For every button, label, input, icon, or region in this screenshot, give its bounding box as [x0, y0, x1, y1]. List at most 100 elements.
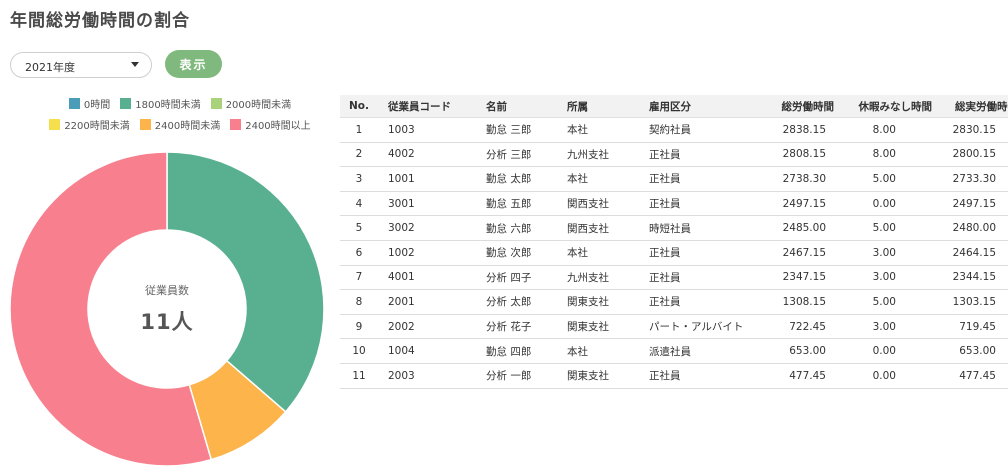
cell-actual-hours: 719.45	[936, 314, 1008, 340]
cell-leave-hours: 8.00	[838, 117, 936, 143]
cell-employee-code: 3001	[378, 191, 476, 217]
cell-leave-hours: 3.00	[838, 265, 936, 291]
cell-name: 勤怠 四郎	[476, 338, 557, 364]
cell-no: 10	[340, 338, 378, 364]
cell-total-hours: 722.45	[748, 314, 838, 340]
cell-total-hours: 2738.30	[748, 166, 838, 192]
column-header-employee-code[interactable]: 従業員コード	[378, 95, 476, 118]
column-header-no[interactable]: No.	[340, 95, 378, 118]
cell-department: 関西支社	[557, 191, 639, 217]
cell-name: 分析 太郎	[476, 289, 557, 315]
legend-item[interactable]: 2400時間以上	[230, 117, 311, 132]
cell-employment-type: 正社員	[639, 363, 748, 389]
cell-department: 関東支社	[557, 289, 639, 315]
show-button[interactable]: 表示	[165, 50, 222, 78]
cell-department: 関西支社	[557, 215, 639, 241]
cell-no: 4	[340, 191, 378, 217]
cell-department: 本社	[557, 240, 639, 266]
cell-employee-code: 4001	[378, 265, 476, 291]
cell-actual-hours: 2344.15	[936, 265, 1008, 291]
cell-employment-type: パート・アルバイト	[639, 314, 748, 340]
cell-name: 分析 三郎	[476, 142, 557, 168]
cell-total-hours: 1308.15	[748, 289, 838, 315]
table-row: 6 1002 勤怠 次郎 本社 正社員 2467.15 3.00 2464.15	[340, 240, 1008, 266]
cell-actual-hours: 2733.30	[936, 166, 1008, 192]
donut-chart-svg	[9, 151, 325, 467]
cell-no: 8	[340, 289, 378, 315]
cell-leave-hours: 8.00	[838, 142, 936, 168]
cell-no: 11	[340, 363, 378, 389]
chart-legend: 0時間 1800時間未満 2000時間未満 2200時間未満 2400時間未満 2400時…	[20, 96, 340, 132]
legend-swatch	[120, 98, 132, 109]
cell-no: 1	[340, 117, 378, 143]
legend-swatch	[68, 98, 80, 109]
legend-item[interactable]: 1800時間未満	[120, 96, 201, 111]
cell-name: 分析 一郎	[476, 363, 557, 389]
cell-no: 3	[340, 166, 378, 192]
table-row: 8 2001 分析 太郎 関東支社 正社員 1308.15 5.00 1303.15	[340, 289, 1008, 315]
column-header-department[interactable]: 所属	[557, 95, 639, 118]
cell-leave-hours: 5.00	[838, 215, 936, 241]
cell-actual-hours: 2800.15	[936, 142, 1008, 168]
column-header-actual-hours[interactable]: 総実労働時間	[936, 95, 1008, 118]
legend-item[interactable]: 2000時間未満	[210, 96, 291, 111]
table-row: 5 3002 勤怠 六郎 関西支社 時短社員 2485.00 5.00 2480.00	[340, 215, 1008, 241]
cell-actual-hours: 2464.15	[936, 240, 1008, 266]
table-row: 10 1004 勤怠 四郎 本社 派遣社員 653.00 0.00 653.00	[340, 338, 1008, 364]
column-header-name[interactable]: 名前	[476, 95, 557, 118]
column-header-employment-type[interactable]: 雇用区分	[639, 95, 748, 118]
column-header-leave-hours[interactable]: 休暇みなし時間	[838, 95, 936, 118]
cell-employee-code: 2003	[378, 363, 476, 389]
table-row: 1 1003 勤怠 三郎 本社 契約社員 2838.15 8.00 2830.15	[340, 117, 1008, 143]
cell-no: 2	[340, 142, 378, 168]
cell-actual-hours: 1303.15	[936, 289, 1008, 315]
year-select[interactable]: 2021年度	[10, 52, 152, 78]
legend-swatch	[49, 119, 61, 130]
cell-employee-code: 1002	[378, 240, 476, 266]
cell-actual-hours: 2830.15	[936, 117, 1008, 143]
cell-no: 5	[340, 215, 378, 241]
legend-label: 0時間	[83, 100, 111, 111]
table-row: 2 4002 分析 三郎 九州支社 正社員 2808.15 8.00 2800.15	[340, 142, 1008, 168]
legend-swatch	[139, 119, 151, 130]
cell-employee-code: 1004	[378, 338, 476, 364]
legend-item[interactable]: 0時間	[68, 96, 111, 111]
cell-employee-code: 2001	[378, 289, 476, 315]
cell-employee-code: 3002	[378, 215, 476, 241]
cell-employment-type: 正社員	[639, 191, 748, 217]
column-header-total-hours[interactable]: 総労働時間	[748, 95, 838, 118]
table-row: 3 1001 勤怠 太郎 本社 正社員 2738.30 5.00 2733.30	[340, 166, 1008, 192]
cell-leave-hours: 5.00	[838, 166, 936, 192]
cell-total-hours: 2808.15	[748, 142, 838, 168]
cell-department: 本社	[557, 338, 639, 364]
cell-actual-hours: 653.00	[936, 338, 1008, 364]
legend-item[interactable]: 2200時間未満	[49, 117, 130, 132]
cell-employment-type: 正社員	[639, 142, 748, 168]
cell-actual-hours: 2480.00	[936, 215, 1008, 241]
donut-slice-1[interactable]	[166, 151, 325, 413]
cell-employment-type: 正社員	[639, 166, 748, 192]
donut-chart: 従業員数 11人	[8, 150, 326, 468]
legend-item[interactable]: 2400時間未満	[139, 117, 220, 132]
cell-name: 勤怠 五郎	[476, 191, 557, 217]
cell-name: 勤怠 太郎	[476, 166, 557, 192]
cell-employment-type: 正社員	[639, 289, 748, 315]
table-row: 11 2003 分析 一郎 関東支社 正社員 477.45 0.00 477.45	[340, 363, 1008, 389]
cell-employment-type: 契約社員	[639, 117, 748, 143]
cell-actual-hours: 2497.15	[936, 191, 1008, 217]
table-row: 9 2002 分析 花子 関東支社 パート・アルバイト 722.45 3.00 719.45	[340, 314, 1008, 340]
table-body: 1 1003 勤怠 三郎 本社 契約社員 2838.15 8.00 2830.15 2 4002 分…	[340, 117, 1008, 389]
cell-employment-type: 派遣社員	[639, 338, 748, 364]
cell-department: 九州支社	[557, 265, 639, 291]
cell-name: 勤怠 次郎	[476, 240, 557, 266]
cell-no: 7	[340, 265, 378, 291]
cell-leave-hours: 5.00	[838, 289, 936, 315]
legend-swatch	[210, 98, 222, 109]
cell-no: 9	[340, 314, 378, 340]
cell-total-hours: 477.45	[748, 363, 838, 389]
cell-name: 勤怠 三郎	[476, 117, 557, 143]
cell-employment-type: 時短社員	[639, 215, 748, 241]
cell-employment-type: 正社員	[639, 240, 748, 266]
cell-total-hours: 2838.15	[748, 117, 838, 143]
legend-label: 1800時間未満	[135, 100, 201, 111]
